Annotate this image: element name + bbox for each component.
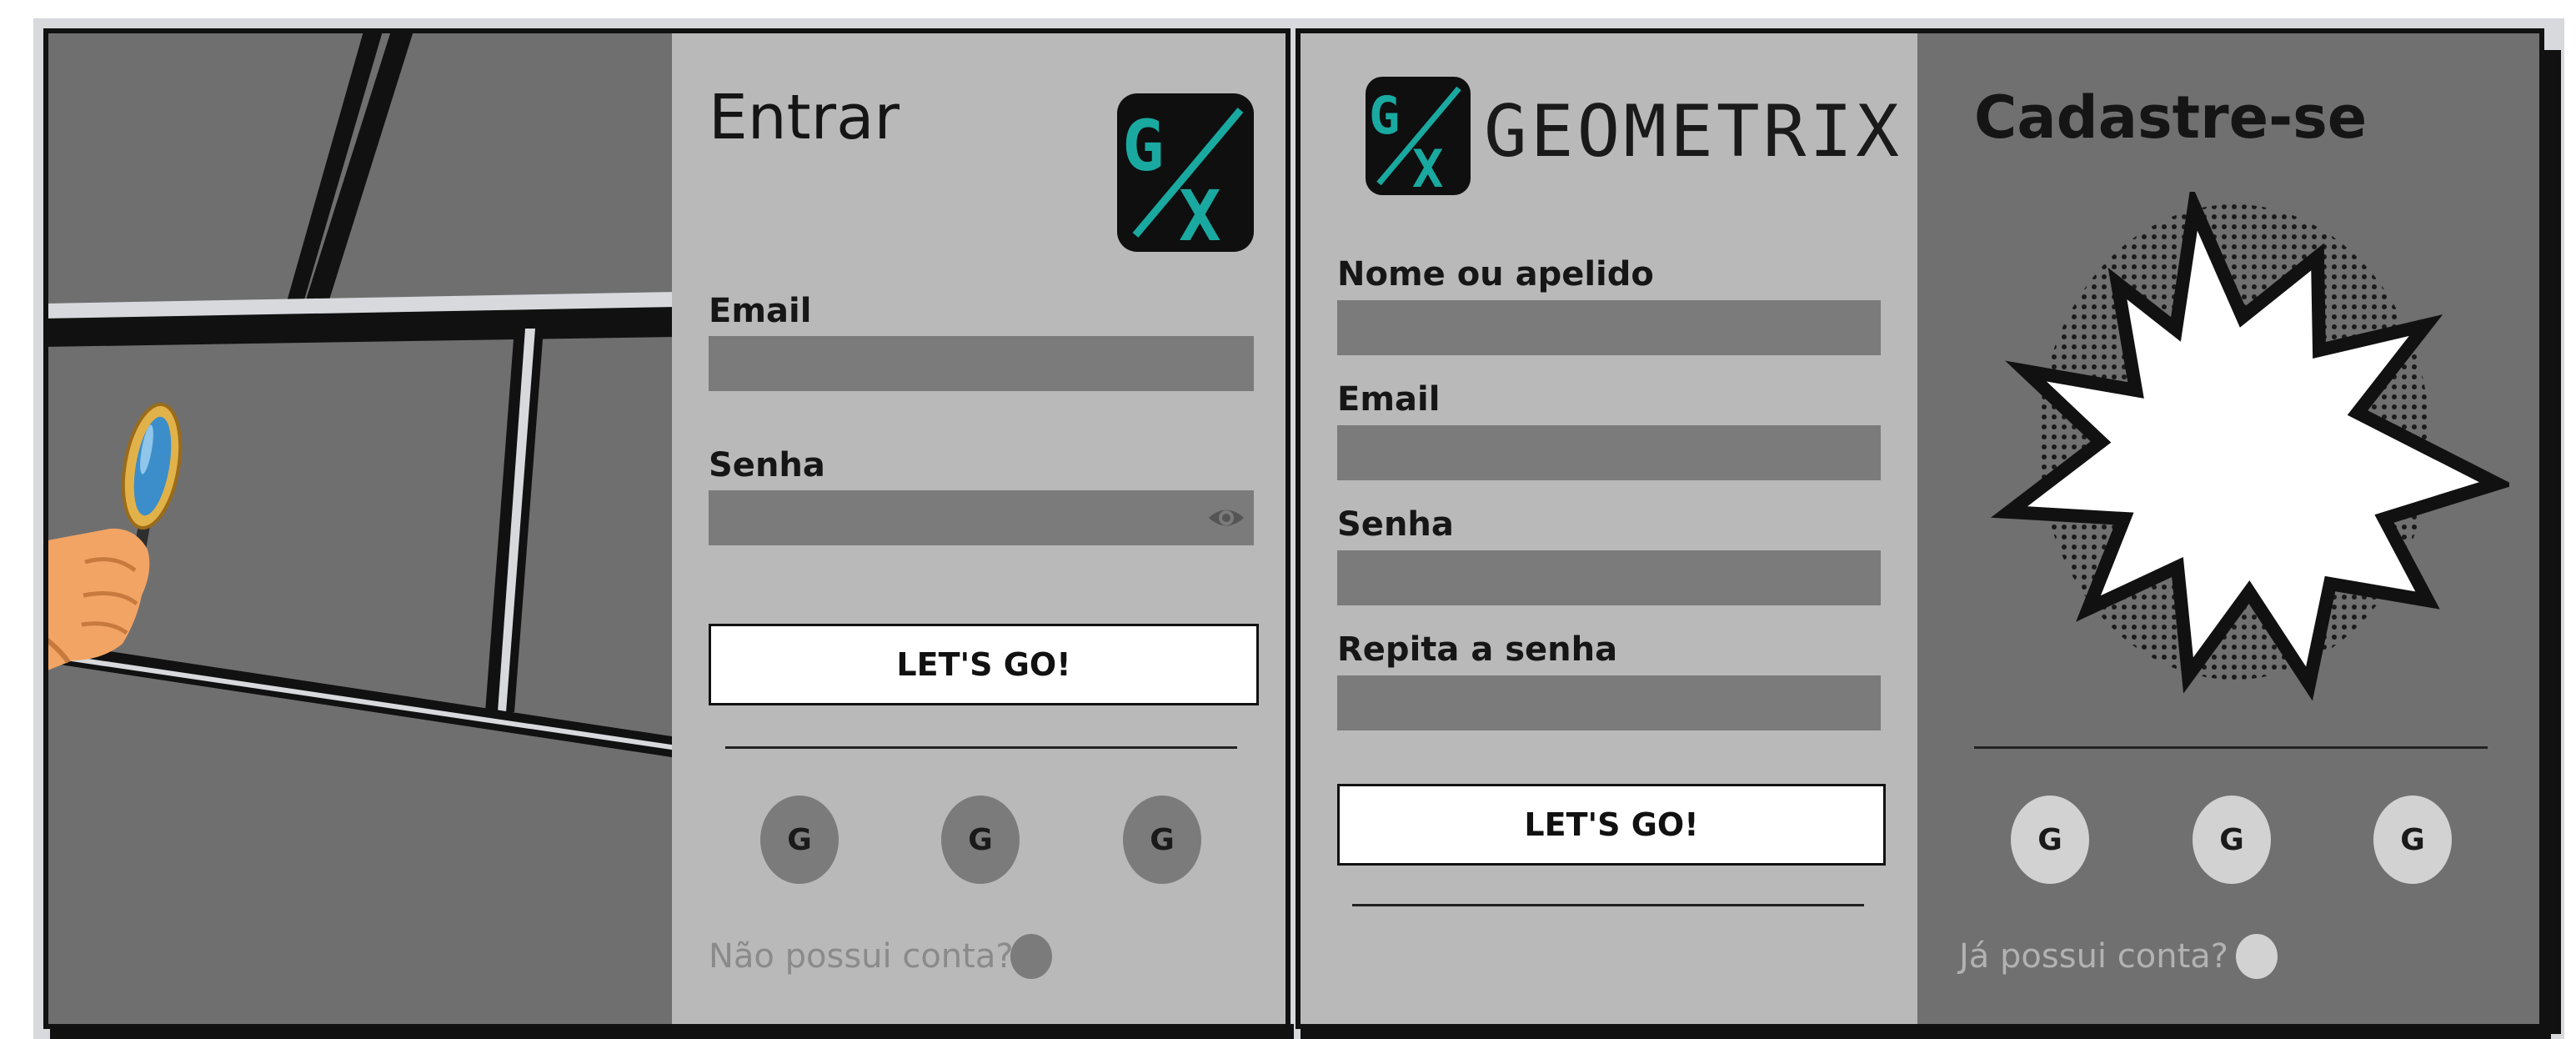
name-label: Nome ou apelido bbox=[1337, 255, 1654, 294]
login-divider bbox=[725, 746, 1237, 749]
svg-text:X: X bbox=[1412, 138, 1443, 195]
password-input[interactable] bbox=[709, 490, 1254, 545]
login-social-button-3[interactable]: G bbox=[1123, 796, 1201, 884]
register-card-shadow bbox=[2543, 50, 2561, 1034]
brand-name: GEOMETRIX bbox=[1484, 90, 1902, 173]
login-social-button-2[interactable]: G bbox=[941, 796, 1020, 884]
geometrix-logo: G X bbox=[1117, 93, 1254, 252]
no-account-toggle[interactable] bbox=[1010, 934, 1052, 979]
repeat-password-input[interactable] bbox=[1337, 675, 1881, 730]
repeat-password-label: Repita a senha bbox=[1337, 630, 1618, 669]
logo-gx-icon: G X bbox=[1122, 105, 1244, 252]
no-account-text: Não possui conta? bbox=[709, 937, 1014, 976]
login-social-button-1[interactable]: G bbox=[760, 796, 839, 884]
svg-text:X: X bbox=[1179, 175, 1221, 252]
comic-burst-illustration bbox=[1959, 183, 2515, 709]
svg-text:G: G bbox=[1122, 105, 1165, 187]
logo-gx-icon: G X bbox=[1369, 85, 1461, 195]
brand-logo: G X bbox=[1366, 77, 1471, 195]
register-title: Cadastre-se bbox=[1974, 83, 2368, 152]
register-side-divider bbox=[1974, 746, 2488, 749]
password-label: Senha bbox=[709, 446, 825, 484]
login-title: Entrar bbox=[709, 82, 900, 153]
comic-illustration-panel bbox=[43, 28, 677, 1029]
email-input[interactable] bbox=[709, 336, 1254, 391]
register-email-label: Email bbox=[1337, 380, 1441, 419]
login-submit-button[interactable]: LET'S GO! bbox=[709, 624, 1259, 705]
register-divider bbox=[1352, 904, 1864, 906]
email-label: Email bbox=[709, 292, 812, 330]
comic-panels-illustration bbox=[48, 33, 677, 1024]
register-social-button-3[interactable]: G bbox=[2373, 796, 2452, 884]
svg-text:G: G bbox=[1369, 85, 1400, 146]
register-social-button-2[interactable]: G bbox=[2193, 796, 2271, 884]
register-social-button-1[interactable]: G bbox=[2011, 796, 2089, 884]
register-submit-button[interactable]: LET'S GO! bbox=[1337, 784, 1886, 866]
has-account-text: Já possui conta? bbox=[1959, 937, 2228, 976]
register-email-input[interactable] bbox=[1337, 425, 1881, 480]
register-password-label: Senha bbox=[1337, 505, 1454, 544]
name-input[interactable] bbox=[1337, 300, 1881, 355]
register-password-input[interactable] bbox=[1337, 550, 1881, 605]
has-account-toggle[interactable] bbox=[2236, 934, 2278, 979]
eye-icon[interactable] bbox=[1207, 502, 1245, 534]
